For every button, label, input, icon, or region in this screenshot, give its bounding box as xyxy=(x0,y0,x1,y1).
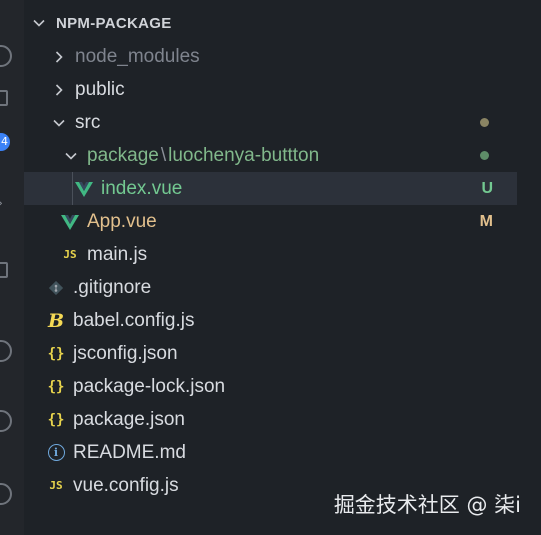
path-separator: \ xyxy=(160,144,167,166)
tree-item-package-lock[interactable]: {} package-lock.json xyxy=(24,370,517,403)
tree-item-label: public xyxy=(75,78,125,100)
vscode-window: 4 › NPM-PACKAGE node_modules public xyxy=(0,0,541,535)
tree-item-public[interactable]: public xyxy=(24,73,517,106)
javascript-icon: JS xyxy=(49,479,63,492)
activity-account-icon[interactable] xyxy=(0,410,12,432)
tree-item-node-modules[interactable]: node_modules xyxy=(24,40,517,73)
tree-item-babel-config[interactable]: B babel.config.js xyxy=(24,304,517,337)
tree-item-gitignore[interactable]: .gitignore xyxy=(24,271,517,304)
tree-item-label: babel.config.js xyxy=(73,309,195,331)
activity-settings-icon[interactable] xyxy=(0,483,12,505)
vue-icon xyxy=(61,213,79,231)
git-status-badge: U xyxy=(481,179,493,197)
tree-item-label: package-lock.json xyxy=(73,375,226,397)
chevron-down-icon xyxy=(33,19,45,27)
tree-item-label: .gitignore xyxy=(73,276,152,298)
tree-item-app-vue[interactable]: App.vue M xyxy=(24,205,517,238)
modified-dot-icon xyxy=(480,118,489,127)
json-icon: {} xyxy=(47,411,65,428)
tree-item-index-vue[interactable]: index.vue U xyxy=(24,172,517,205)
activity-bar: 4 › xyxy=(0,0,24,535)
source-control-badge: 4 xyxy=(0,133,10,151)
tree-item-jsconfig[interactable]: {} jsconfig.json xyxy=(24,337,517,370)
tree-item-label: main.js xyxy=(87,243,148,265)
json-icon: {} xyxy=(47,345,65,362)
tree-item-label: vue.config.js xyxy=(73,474,179,496)
activity-search-icon[interactable] xyxy=(0,90,8,106)
git-icon xyxy=(47,279,65,297)
tree-item-main-js[interactable]: JS main.js xyxy=(24,238,517,271)
tree-item-label: package.json xyxy=(73,408,185,430)
chevron-down-icon xyxy=(53,119,65,127)
tree-item-src[interactable]: src xyxy=(24,106,517,139)
watermark: 掘金技术社区 @ 柒i xyxy=(333,493,521,517)
tree-item-readme[interactable]: i README.md xyxy=(24,436,517,469)
tree-item-label: index.vue xyxy=(101,177,183,199)
explorer-section-title: NPM-PACKAGE xyxy=(56,14,172,32)
activity-run-icon[interactable]: › xyxy=(0,196,3,210)
activity-extensions-icon[interactable] xyxy=(0,262,8,278)
chevron-right-icon xyxy=(55,50,63,63)
tree-item-package-folder[interactable]: package \ luochenya-buttton xyxy=(24,139,517,172)
tree-item-label: README.md xyxy=(73,441,186,463)
tree-item-package-json[interactable]: {} package.json xyxy=(24,403,517,436)
chevron-right-icon xyxy=(55,83,63,96)
indent-guide xyxy=(72,172,73,205)
tree-item-sublabel: luochenya-buttton xyxy=(168,144,320,166)
git-status-badge: M xyxy=(479,212,493,230)
tree-item-label: jsconfig.json xyxy=(73,342,178,364)
json-icon: {} xyxy=(47,378,65,395)
tree-item-label: package xyxy=(87,144,159,166)
untracked-dot-icon xyxy=(480,151,489,160)
tree-item-label: node_modules xyxy=(75,45,200,67)
activity-explorer-icon[interactable] xyxy=(0,45,12,67)
tree-item-label: src xyxy=(75,111,101,133)
scrollbar-track[interactable] xyxy=(517,0,541,535)
explorer-panel: NPM-PACKAGE node_modules public src pack… xyxy=(24,0,517,535)
babel-icon: B xyxy=(47,309,65,332)
info-icon: i xyxy=(47,444,65,462)
javascript-icon: JS xyxy=(63,248,77,261)
chevron-down-icon xyxy=(65,152,77,160)
explorer-section-header[interactable]: NPM-PACKAGE xyxy=(24,6,517,40)
activity-remote-icon[interactable] xyxy=(0,340,12,362)
tree-item-label: App.vue xyxy=(87,210,157,232)
vue-icon xyxy=(75,180,93,198)
